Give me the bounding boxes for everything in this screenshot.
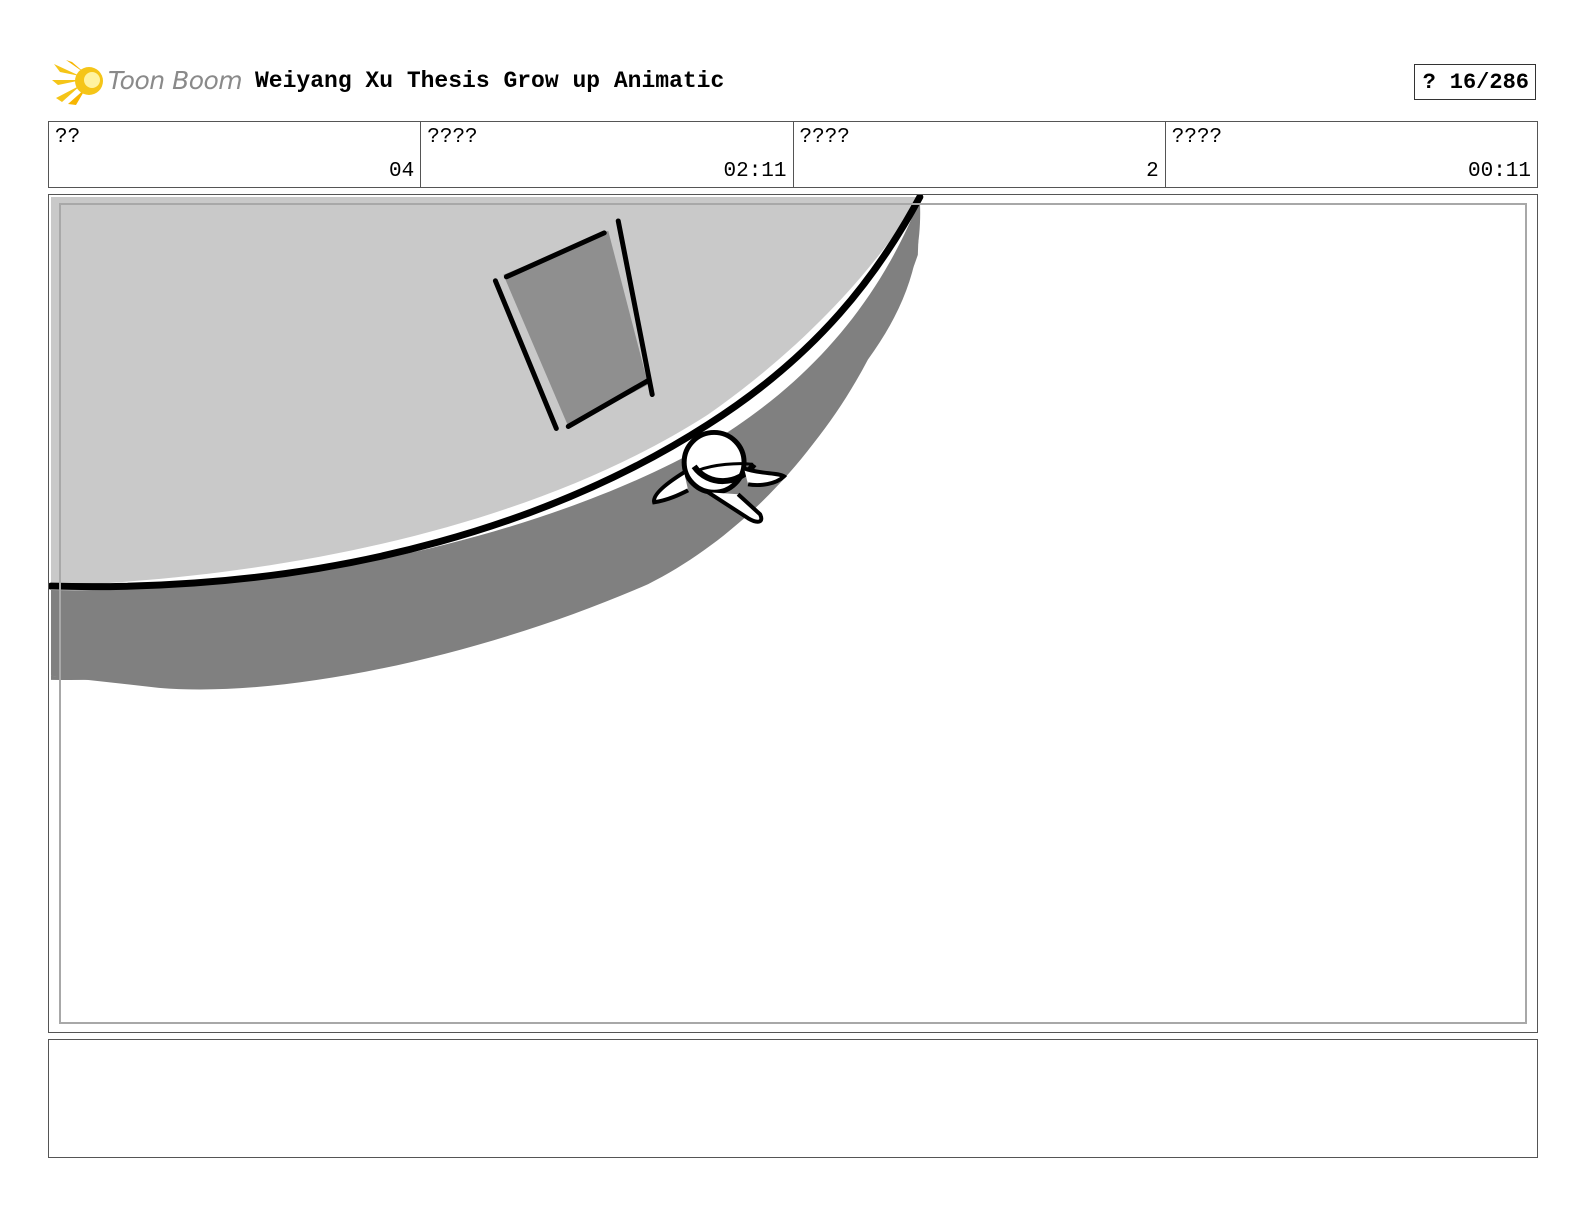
page-indicator: ? 16/286 xyxy=(1413,64,1536,100)
shot-info-row: ?? 04 ???? 02:11 ???? 2 ???? 00:11 xyxy=(48,121,1538,188)
info-value: 04 xyxy=(389,160,415,183)
page-prefix: ? xyxy=(1422,69,1436,95)
panel-notes xyxy=(48,1039,1538,1158)
info-label: ???? xyxy=(427,126,478,149)
info-value: 02:11 xyxy=(723,160,787,183)
page-number: 16/286 xyxy=(1449,69,1529,95)
project-title: Weiyang Xu Thesis Grow up Animatic xyxy=(255,68,725,94)
info-value: 00:11 xyxy=(1467,160,1531,183)
logo-text: Toon Boom xyxy=(108,66,243,95)
info-value: 2 xyxy=(1146,160,1159,183)
storyboard-panel xyxy=(48,194,1538,1033)
page-header: Toon Boom Weiyang Xu Thesis Grow up Anim… xyxy=(48,56,1536,108)
info-cell-panel-duration: ???? 00:11 xyxy=(1166,122,1537,187)
info-cell-panel: ???? 2 xyxy=(794,122,1166,187)
info-cell-scene: ?? 04 xyxy=(49,122,422,187)
info-label: ???? xyxy=(1171,126,1223,149)
info-cell-duration: ???? 02:11 xyxy=(421,122,794,187)
info-label: ???? xyxy=(799,126,850,149)
toon-boom-logo: Toon Boom xyxy=(52,56,243,108)
info-label: ?? xyxy=(55,126,81,149)
starburst-logo-icon xyxy=(52,60,103,105)
safe-frame xyxy=(59,203,1527,1024)
